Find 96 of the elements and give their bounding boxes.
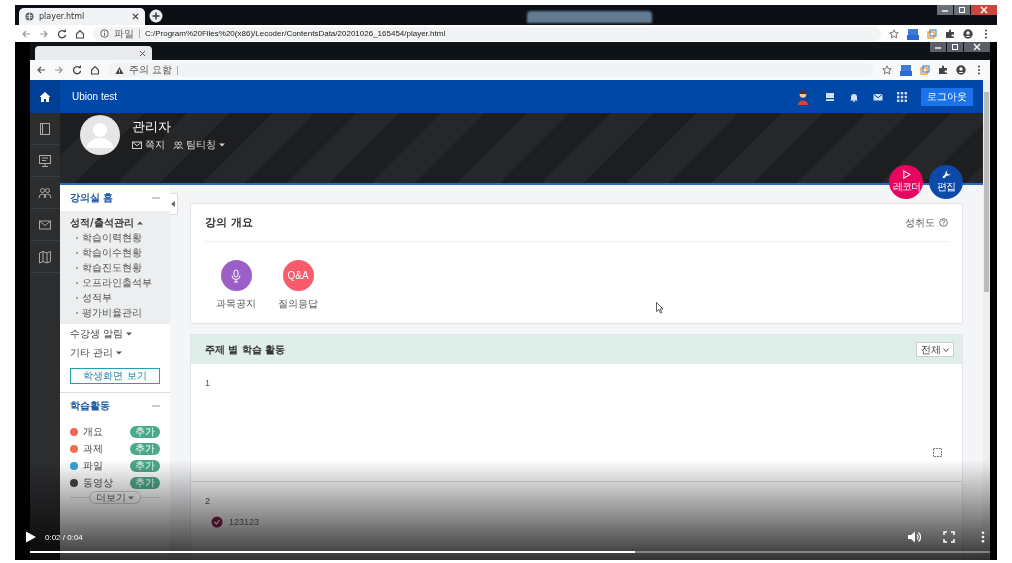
- notice-button[interactable]: [220, 260, 252, 291]
- card-title: 강의 개요: [205, 215, 253, 230]
- achievement-link[interactable]: 성취도: [905, 215, 935, 230]
- squares-icon[interactable]: [920, 65, 930, 75]
- mail-icon[interactable]: [873, 91, 883, 102]
- home-button[interactable]: [30, 80, 60, 113]
- maximize-icon[interactable]: [954, 5, 970, 15]
- new-badge-icon[interactable]: [900, 64, 912, 76]
- fullscreen-icon[interactable]: [943, 531, 955, 543]
- avatar-icon[interactable]: [795, 88, 811, 105]
- globe-icon: [25, 12, 34, 21]
- puzzle-icon[interactable]: [945, 28, 955, 39]
- minimize-icon[interactable]: [937, 5, 953, 15]
- info-icon: [100, 29, 109, 38]
- section-number: 2: [205, 496, 211, 506]
- star-icon[interactable]: [889, 28, 899, 39]
- menu-item[interactable]: 학습이수현황: [82, 245, 142, 260]
- item-label: 과목공지: [216, 297, 256, 311]
- sidebar-toggle[interactable]: [170, 193, 178, 215]
- floating-action-button[interactable]: 레코더: [889, 165, 923, 199]
- star-icon[interactable]: [882, 65, 892, 75]
- new-badge-icon[interactable]: [907, 27, 919, 40]
- help-icon[interactable]: [939, 218, 948, 227]
- filter-dropdown[interactable]: 전체: [916, 342, 954, 357]
- menu-item[interactable]: 학습진도현황: [82, 260, 142, 275]
- mouse-cursor-icon: [656, 302, 664, 314]
- activity-label: 과제: [83, 441, 103, 456]
- map-icon[interactable]: [38, 249, 52, 264]
- profile-name: 관리자: [132, 118, 172, 136]
- student-view-button[interactable]: 학생화면 보기: [70, 368, 160, 384]
- card-title: 주제 별 학습 활동: [205, 342, 286, 357]
- mail-icon[interactable]: [38, 217, 52, 232]
- site-name[interactable]: Ubion test: [72, 91, 118, 102]
- home-icon[interactable]: [75, 28, 85, 39]
- back-icon[interactable]: [36, 65, 46, 75]
- menu-group[interactable]: 수강생 알림: [60, 326, 170, 341]
- browser-tab[interactable]: player.html: [19, 8, 145, 25]
- reload-icon[interactable]: [57, 28, 67, 39]
- profile-icon[interactable]: [956, 65, 966, 75]
- new-tab-icon[interactable]: [149, 9, 163, 23]
- section-number: 1: [205, 378, 211, 388]
- home-icon[interactable]: [90, 65, 100, 75]
- menu-group[interactable]: 기타 관리: [60, 345, 170, 360]
- screen-icon[interactable]: [825, 91, 835, 102]
- check-circle-icon: [211, 516, 223, 528]
- scrollbar[interactable]: [983, 80, 990, 560]
- close-icon[interactable]: [132, 13, 139, 20]
- reload-icon[interactable]: [72, 65, 82, 75]
- block-title: 학습활동: [70, 399, 110, 413]
- logout-button[interactable]: 로그아웃: [921, 87, 973, 106]
- playback-time: 0:02 / 0:04: [45, 532, 83, 542]
- activity-label: 파일: [83, 458, 103, 473]
- forward-icon[interactable]: [39, 28, 49, 39]
- maximize-icon[interactable]: [947, 42, 963, 52]
- more-button[interactable]: 더보기: [89, 491, 141, 504]
- grid-icon[interactable]: [897, 91, 907, 102]
- menu-item[interactable]: 성적부: [82, 290, 112, 305]
- menu-group[interactable]: 성적/출석관리: [60, 215, 170, 230]
- book-icon[interactable]: [38, 121, 52, 136]
- url-field[interactable]: 주의 요함: [108, 63, 874, 77]
- close-icon[interactable]: [139, 49, 146, 57]
- bell-icon[interactable]: [849, 91, 859, 102]
- mail-icon: [132, 140, 142, 150]
- activity-label: 개요: [83, 424, 103, 439]
- forward-icon[interactable]: [54, 65, 64, 75]
- profile-icon[interactable]: [963, 28, 973, 39]
- menu-item[interactable]: 평가비율관리: [82, 305, 142, 320]
- item-label: 질의응답: [278, 297, 318, 311]
- volume-icon[interactable]: [907, 530, 921, 544]
- chevron-down-icon: [943, 346, 949, 353]
- home-icon: [39, 90, 51, 103]
- activity-label: 동영상: [83, 475, 113, 490]
- people-icon[interactable]: [38, 185, 52, 200]
- caret-icon: [219, 142, 225, 148]
- close-icon[interactable]: [964, 42, 990, 52]
- profile-link[interactable]: 팀티칭: [173, 138, 225, 152]
- microphone-icon: [229, 268, 243, 283]
- menu-item[interactable]: 오프라인출석부: [82, 275, 152, 290]
- block-title: 강의실 홈: [70, 191, 114, 205]
- play-icon: [901, 170, 911, 179]
- wrench-icon: [941, 170, 951, 179]
- minimize-icon[interactable]: [930, 42, 946, 52]
- warning-icon: [115, 65, 124, 75]
- checkbox-icon[interactable]: [933, 448, 942, 457]
- play-icon[interactable]: [23, 530, 37, 544]
- menu-item[interactable]: 학습이력현황: [82, 230, 142, 245]
- caret-icon: [128, 494, 134, 501]
- monitor-icon[interactable]: [38, 153, 52, 168]
- floating-action-button[interactable]: 편집: [929, 165, 963, 199]
- puzzle-icon[interactable]: [938, 65, 948, 75]
- squares-icon[interactable]: [927, 28, 937, 39]
- profile-link[interactable]: 쪽지: [132, 138, 165, 152]
- url-field[interactable]: 파일 C:/Program%20Files%20(x86)/Lecoder/ContentsData/20201026_165454/player.html: [93, 26, 881, 41]
- people-icon: [173, 140, 183, 150]
- avatar-placeholder: [80, 115, 120, 155]
- close-icon[interactable]: [971, 5, 997, 15]
